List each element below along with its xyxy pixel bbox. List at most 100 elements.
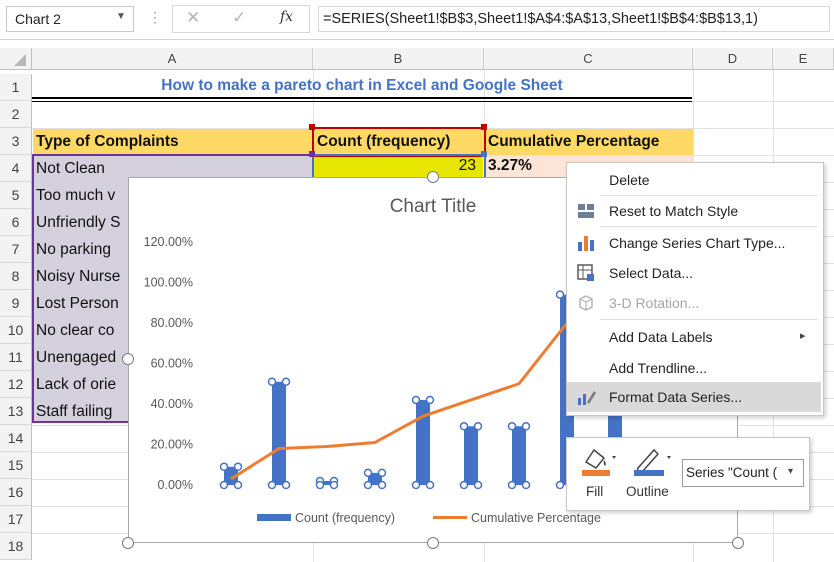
bar-selection-handle bbox=[555, 480, 565, 490]
header-cell-a3[interactable]: Type of Complaints bbox=[33, 129, 312, 155]
row-header-2[interactable]: 2 bbox=[0, 101, 32, 128]
bar-selection-handle bbox=[411, 480, 421, 490]
row-header-5[interactable]: 5 bbox=[0, 182, 32, 209]
series-selector-value: Series "Count ( bbox=[686, 465, 778, 480]
cancel-x-icon[interactable]: ✕ bbox=[186, 8, 200, 28]
sheet-title-cell[interactable]: How to make a pareto chart in Excel and … bbox=[32, 73, 692, 99]
insert-function-icon[interactable]: fx bbox=[280, 9, 293, 25]
bar-selection-handle bbox=[473, 480, 483, 490]
fill-bucket-icon[interactable] bbox=[578, 444, 618, 478]
menu-item-delete[interactable]: DDelete bbox=[567, 165, 821, 195]
bar-selection-handle bbox=[281, 480, 291, 490]
legend-label-cumulative: Cumulative Percentage bbox=[471, 511, 601, 525]
menu-label: Delete bbox=[609, 172, 650, 188]
y-tick-label: 20.00% bbox=[151, 438, 193, 452]
row-header-13[interactable]: 13 bbox=[0, 398, 32, 425]
chart-type-icon bbox=[578, 236, 594, 251]
bar-selection-handle bbox=[473, 422, 483, 431]
chevron-down-icon[interactable]: ▼ bbox=[116, 11, 126, 22]
range-handle[interactable] bbox=[309, 151, 315, 157]
formula-input[interactable]: =SERIES(Sheet1!$B$3,Sheet1!$A$4:$A$13,Sh… bbox=[318, 6, 830, 32]
row-header-17[interactable]: 17 bbox=[0, 506, 32, 533]
title-underline bbox=[32, 97, 692, 99]
bar[interactable] bbox=[272, 381, 286, 485]
menu-item-reset-style[interactable]: Reset to Match Style bbox=[567, 196, 821, 226]
row-header-15[interactable]: 15 bbox=[0, 452, 32, 479]
row-header-16[interactable]: 16 bbox=[0, 479, 32, 506]
column-header-b[interactable]: B bbox=[313, 48, 484, 70]
row-header-4[interactable]: 4 bbox=[0, 155, 32, 182]
bar-selection-handle bbox=[363, 468, 373, 478]
range-handle[interactable] bbox=[481, 124, 487, 130]
bar-selection-handle bbox=[315, 480, 325, 490]
y-tick-label: 40.00% bbox=[151, 397, 193, 411]
chart-resize-handle[interactable] bbox=[427, 537, 439, 549]
header-cell-c3[interactable]: Cumulative Percentage bbox=[485, 129, 693, 155]
3d-rotation-icon bbox=[579, 295, 593, 311]
bar-selection-handle bbox=[377, 480, 387, 490]
bar-selection-handle bbox=[363, 480, 373, 490]
menu-separator bbox=[600, 226, 818, 227]
row-header-6[interactable]: 6 bbox=[0, 209, 32, 236]
bar[interactable] bbox=[416, 399, 430, 485]
menu-item-select-data[interactable]: Select Data... bbox=[567, 258, 821, 288]
row-header-18[interactable]: 18 bbox=[0, 533, 32, 560]
bar[interactable] bbox=[464, 426, 478, 485]
row-header-14[interactable]: 14 bbox=[0, 425, 32, 452]
outline-label[interactable]: Outline bbox=[626, 484, 669, 499]
row-header-9[interactable]: 9 bbox=[0, 290, 32, 317]
row-header-1[interactable]: 1 bbox=[0, 74, 32, 101]
bar-selection-handle bbox=[425, 480, 435, 490]
select-data-icon bbox=[577, 264, 594, 281]
bar-selection-handle bbox=[555, 290, 565, 299]
row-header-12[interactable]: 12 bbox=[0, 371, 32, 398]
bar-selection-handle bbox=[507, 480, 517, 490]
menu-item-add-data-labels[interactable]: Add Data Labels bbox=[567, 322, 821, 352]
range-handle[interactable] bbox=[309, 124, 315, 130]
legend-swatch-cumulative bbox=[433, 516, 467, 519]
menu-item-3d-rotation[interactable]: 3-D Rotation... bbox=[567, 288, 821, 318]
bar-selection-handle bbox=[281, 377, 291, 386]
legend-label-count: Count (frequency) bbox=[295, 511, 395, 525]
row-header-10[interactable]: 10 bbox=[0, 317, 32, 344]
chart-resize-handle[interactable] bbox=[122, 537, 134, 549]
row-header-3[interactable]: 3 bbox=[0, 128, 32, 155]
bar-selection-handle bbox=[219, 462, 229, 472]
bar-selection-handle bbox=[377, 468, 387, 478]
row-header-8[interactable]: 8 bbox=[0, 263, 32, 290]
column-header-e[interactable]: E bbox=[773, 48, 834, 70]
bar-selection-handle bbox=[521, 422, 531, 431]
row-header-11[interactable]: 11 bbox=[0, 344, 32, 371]
menu-label: 3-D Rotation... bbox=[609, 295, 700, 311]
y-tick-label: 100.00% bbox=[144, 276, 193, 290]
column-header-c[interactable]: C bbox=[484, 48, 693, 70]
name-box[interactable]: Chart 2 bbox=[6, 6, 134, 32]
menu-item-format-data-series[interactable]: Format Data Series... bbox=[567, 382, 821, 412]
chart-resize-handle[interactable] bbox=[122, 353, 134, 365]
bar-selection-handle bbox=[507, 422, 517, 431]
blank-icon bbox=[575, 169, 597, 191]
bar-selection-handle bbox=[233, 462, 243, 472]
column-header-d[interactable]: D bbox=[693, 48, 773, 70]
bar-selection-handle bbox=[267, 480, 277, 490]
bar[interactable] bbox=[512, 426, 526, 485]
bar-selection-handle bbox=[233, 480, 243, 490]
cell-c4[interactable]: 3.27% bbox=[485, 153, 565, 179]
menu-label: Format Data Series... bbox=[609, 389, 743, 405]
chevron-down-icon[interactable]: ▾ bbox=[786, 466, 796, 477]
menu-label: Change Series Chart Type... bbox=[609, 235, 786, 251]
menu-item-change-chart-type[interactable]: Change Series Chart Type... bbox=[567, 228, 821, 258]
chart-resize-handle[interactable] bbox=[732, 537, 744, 549]
menu-label: Reset to Match Style bbox=[609, 203, 739, 219]
fill-label[interactable]: Fill bbox=[586, 484, 603, 499]
chart-resize-handle[interactable] bbox=[427, 171, 439, 183]
range-handle[interactable] bbox=[481, 151, 487, 157]
menu-item-add-trendline[interactable]: Add Trendline... bbox=[567, 353, 821, 383]
checkmark-icon[interactable]: ✓ bbox=[232, 8, 246, 28]
bar-selection-handle bbox=[267, 377, 277, 386]
row-header-7[interactable]: 7 bbox=[0, 236, 32, 263]
outline-pen-icon[interactable] bbox=[632, 444, 674, 478]
drag-handle-icon[interactable]: ⋮ bbox=[148, 9, 162, 26]
column-header-a[interactable]: A bbox=[32, 48, 313, 70]
y-tick-label: 120.00% bbox=[144, 235, 193, 249]
